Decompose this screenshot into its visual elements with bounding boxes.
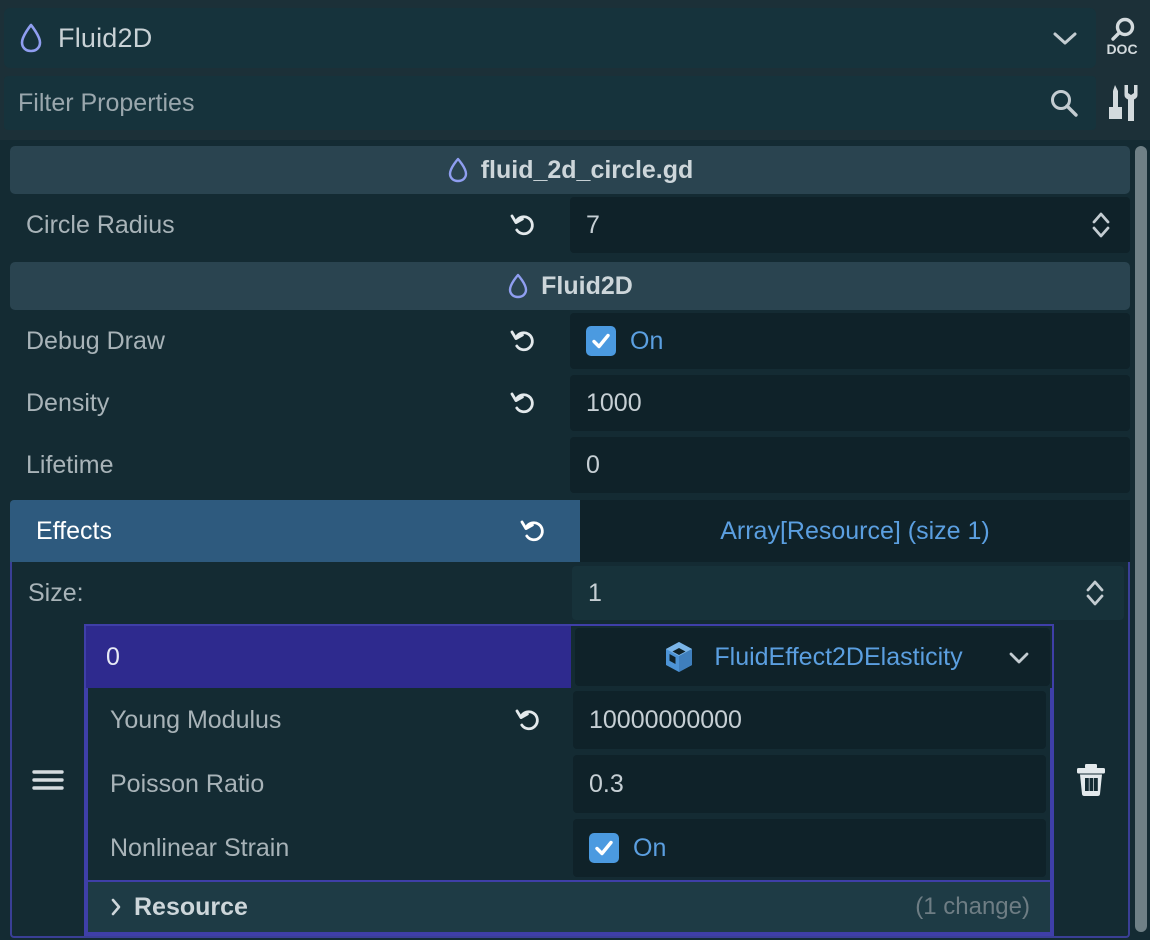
lifetime-input[interactable]: 0 (570, 437, 1130, 493)
nonlinear-strain-checkbox-field[interactable]: On (573, 819, 1046, 877)
property-value: 10000000000 (589, 705, 742, 734)
checkbox-checked-icon[interactable] (586, 326, 616, 356)
inspector-top-bars: Fluid2D Filter Properties DOC (0, 0, 1150, 140)
search-icon[interactable] (1046, 85, 1082, 121)
property-row-density: Density 1000 (0, 372, 1150, 434)
property-label: Lifetime (26, 450, 114, 479)
resource-changes-count: (1 change) (915, 893, 1030, 920)
property-label: Nonlinear Strain (110, 833, 290, 862)
property-value: 0.3 (589, 769, 624, 798)
debug-draw-checkbox-field[interactable]: On (570, 313, 1130, 369)
effects-array-label: Array[Resource] (size 1) (720, 516, 990, 545)
property-label-container: Nonlinear Strain (88, 816, 573, 880)
search-documentation-icon: DOC (1106, 17, 1138, 57)
array-element-index[interactable]: 0 (86, 626, 571, 688)
property-value: On (630, 326, 664, 355)
revert-icon[interactable] (510, 389, 538, 417)
chevron-down-icon[interactable] (1006, 648, 1032, 666)
node-name-label: Fluid2D (58, 22, 153, 53)
property-label-container: Density (0, 372, 570, 434)
array-element-delete-button[interactable] (1054, 624, 1128, 936)
property-row-nonlinear-strain: Nonlinear Strain On (88, 816, 1050, 880)
array-element-body: 0 FluidEffect2DElasticity Young Modulus … (84, 624, 1054, 936)
property-label-container: Circle Radius (0, 194, 570, 256)
property-value: On (633, 833, 667, 862)
effects-array-container: Size: 1 0 FluidEffect2DElasticity Young … (10, 562, 1130, 938)
resource-subsection-label: Resource (134, 892, 248, 921)
spinner-icon[interactable] (1084, 577, 1106, 609)
resource-cube-icon (662, 639, 696, 675)
class-section-title: Fluid2D (541, 271, 633, 300)
property-row-effects: Effects Array[Resource] (size 1) (0, 500, 1150, 562)
density-input[interactable]: 1000 (570, 375, 1130, 431)
revert-icon[interactable] (510, 211, 538, 239)
property-label-container: Lifetime (0, 434, 570, 496)
array-size-input[interactable]: 1 (572, 566, 1124, 620)
poisson-ratio-input[interactable]: 0.3 (573, 755, 1046, 813)
resource-type-selector[interactable]: FluidEffect2DElasticity (575, 628, 1050, 686)
property-value: 7 (586, 210, 600, 239)
trash-icon (1077, 764, 1105, 796)
property-label: Circle Radius (26, 210, 175, 239)
checkbox-checked-icon[interactable] (589, 833, 619, 863)
search-input[interactable]: Filter Properties (18, 89, 194, 118)
property-row-lifetime: Lifetime 0 (0, 434, 1150, 496)
revert-icon[interactable] (510, 327, 538, 355)
property-row-young-modulus: Young Modulus 10000000000 (88, 688, 1050, 752)
chevron-right-icon[interactable] (108, 896, 124, 918)
object-tools-button[interactable] (1098, 78, 1146, 128)
property-label: Effects (36, 516, 112, 545)
revert-icon[interactable] (520, 517, 548, 545)
property-label: Debug Draw (26, 326, 165, 355)
drag-handle-icon (32, 770, 64, 790)
array-element-index-label: 0 (106, 642, 120, 671)
object-tools-icon (1109, 85, 1138, 121)
property-value: 0 (586, 450, 600, 479)
array-size-label-container: Size: (12, 562, 572, 624)
property-label: Poisson Ratio (110, 769, 265, 798)
open-documentation-button[interactable]: DOC (1098, 12, 1146, 62)
property-label: Density (26, 388, 110, 417)
effects-label-container[interactable]: Effects (10, 500, 580, 562)
fluid-drop-icon (507, 273, 529, 299)
property-row-debug-draw: Debug Draw On (0, 310, 1150, 372)
spinner-icon[interactable] (1090, 209, 1112, 241)
array-element-0: 0 FluidEffect2DElasticity Young Modulus … (12, 624, 1128, 936)
property-row-poisson-ratio: Poisson Ratio 0.3 (88, 752, 1050, 816)
array-size-value: 1 (588, 578, 602, 607)
property-value: 1000 (586, 388, 642, 417)
young-modulus-input[interactable]: 10000000000 (573, 691, 1046, 749)
inspector-panel: fluid_2d_circle.gd Circle Radius 7 Fluid… (0, 140, 1150, 940)
property-row-circle-radius: Circle Radius 7 (0, 194, 1150, 256)
section-header-class[interactable]: Fluid2D (10, 262, 1130, 310)
inspector-scrollbar[interactable] (1135, 146, 1147, 932)
resource-type-name: FluidEffect2DElasticity (714, 642, 963, 671)
section-header-script[interactable]: fluid_2d_circle.gd (10, 146, 1130, 194)
fluid-drop-icon (18, 23, 44, 53)
array-element-drag-handle[interactable] (12, 624, 84, 936)
node-selector-bar[interactable]: Fluid2D (4, 8, 1096, 68)
array-size-row: Size: 1 (12, 562, 1128, 624)
property-label-container: Poisson Ratio (88, 752, 573, 816)
array-element-header: 0 FluidEffect2DElasticity (86, 626, 1052, 688)
resource-properties: Young Modulus 10000000000 Poisson Ratio … (86, 688, 1052, 880)
script-drop-icon (447, 157, 469, 183)
revert-icon[interactable] (515, 706, 543, 734)
property-label: Young Modulus (110, 705, 282, 734)
effects-array-summary[interactable]: Array[Resource] (size 1) (580, 500, 1130, 562)
property-label-container: Debug Draw (0, 310, 570, 372)
filter-properties-bar[interactable]: Filter Properties (4, 76, 1096, 130)
property-label-container: Young Modulus (88, 688, 573, 752)
circle-radius-input[interactable]: 7 (570, 197, 1130, 253)
chevron-down-icon[interactable] (1048, 21, 1082, 55)
array-size-label: Size: (28, 578, 84, 607)
svg-text:DOC: DOC (1106, 41, 1137, 57)
script-section-title: fluid_2d_circle.gd (480, 155, 694, 184)
resource-subsection-header[interactable]: Resource (1 change) (86, 880, 1052, 934)
